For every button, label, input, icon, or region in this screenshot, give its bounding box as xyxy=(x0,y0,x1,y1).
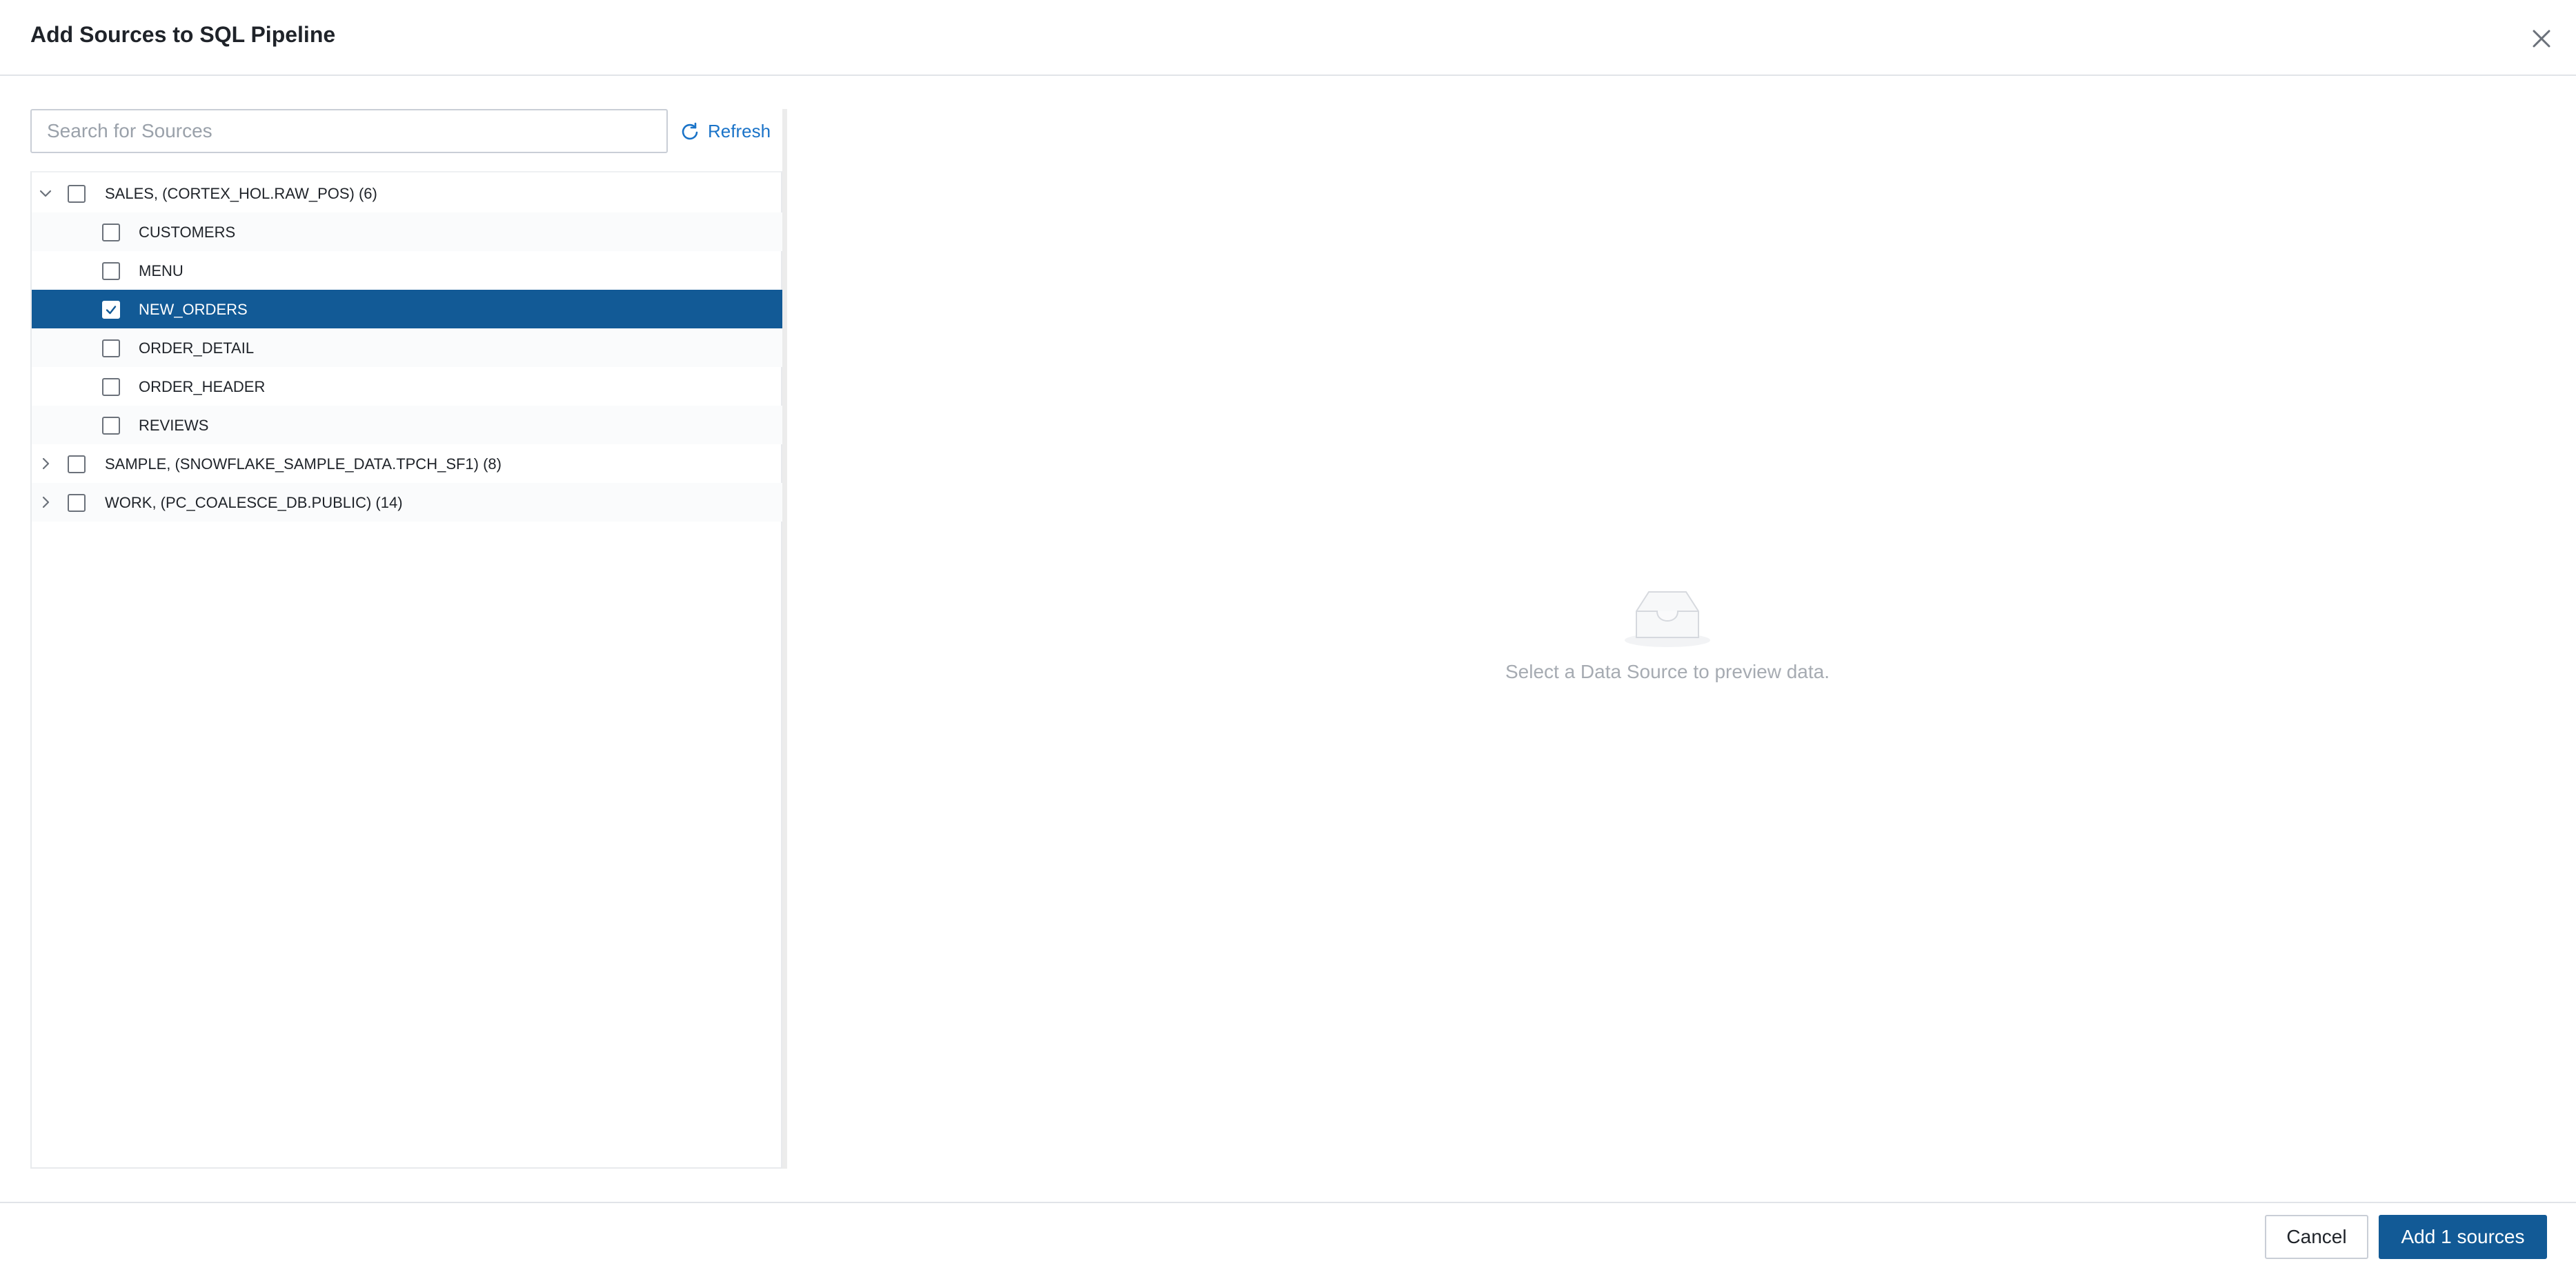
add-sources-button[interactable]: Add 1 sources xyxy=(2379,1215,2547,1259)
chevron-right-icon[interactable] xyxy=(37,455,54,472)
tree-item-label: ORDER_HEADER xyxy=(139,378,266,395)
refresh-icon xyxy=(682,122,698,140)
tree-item-label: CUSTOMERS xyxy=(139,224,236,241)
checkmark-icon xyxy=(106,306,117,315)
close-button[interactable] xyxy=(2528,25,2555,52)
tree-item-label: MENU xyxy=(139,262,184,279)
tree-group-label: SAMPLE, (SNOWFLAKE_SAMPLE_DATA.TPCH_SF1)… xyxy=(105,455,502,473)
dialog-header: Add Sources to SQL Pipeline xyxy=(0,0,2576,76)
tree-item-label: ORDER_DETAIL xyxy=(139,339,255,357)
source-browser-panel: Refresh SALES, (CORTEX_HOL.RAW_POS) (6) … xyxy=(30,109,787,1169)
chevron-down-icon[interactable] xyxy=(37,185,54,201)
tree-item-menu[interactable]: MENU xyxy=(32,251,782,290)
tree-item-new-orders[interactable]: NEW_ORDERS xyxy=(32,290,782,328)
refresh-button[interactable]: Refresh xyxy=(680,119,771,143)
dialog-footer xyxy=(0,1202,2576,1268)
checkbox[interactable] xyxy=(68,455,86,473)
tree-group-label: WORK, (PC_COALESCE_DB.PUBLIC) (14) xyxy=(105,494,403,511)
checkbox[interactable] xyxy=(102,262,120,280)
tree-item-reviews[interactable]: REVIEWS xyxy=(32,406,782,444)
tree-item-customers[interactable]: CUSTOMERS xyxy=(32,212,782,251)
tree-group-sales[interactable]: SALES, (CORTEX_HOL.RAW_POS) (6) xyxy=(32,174,782,212)
search-input[interactable] xyxy=(30,109,668,153)
checkbox-checked[interactable] xyxy=(102,301,120,319)
refresh-label: Refresh xyxy=(708,120,771,141)
empty-inbox-icon xyxy=(1625,591,1710,647)
checkbox[interactable] xyxy=(102,417,120,435)
panel-scrollbar[interactable] xyxy=(782,109,787,1169)
source-tree: SALES, (CORTEX_HOL.RAW_POS) (6) CUSTOMER… xyxy=(30,171,782,1169)
tree-group-label: SALES, (CORTEX_HOL.RAW_POS) (6) xyxy=(105,185,377,202)
tree-group-work[interactable]: WORK, (PC_COALESCE_DB.PUBLIC) (14) xyxy=(32,483,782,522)
tree-item-order-header[interactable]: ORDER_HEADER xyxy=(32,367,782,406)
checkbox[interactable] xyxy=(102,378,120,396)
tree-item-label: NEW_ORDERS xyxy=(139,301,248,318)
chevron-right-icon[interactable] xyxy=(37,494,54,511)
checkbox[interactable] xyxy=(68,494,86,512)
close-icon xyxy=(2533,30,2550,48)
empty-preview-text: Select a Data Source to preview data. xyxy=(1505,661,1830,682)
checkbox[interactable] xyxy=(102,224,120,241)
tree-group-sample[interactable]: SAMPLE, (SNOWFLAKE_SAMPLE_DATA.TPCH_SF1)… xyxy=(32,444,782,483)
tree-item-order-detail[interactable]: ORDER_DETAIL xyxy=(32,328,782,367)
tree-item-label: REVIEWS xyxy=(139,417,209,434)
dialog-title: Add Sources to SQL Pipeline xyxy=(30,22,336,47)
checkbox[interactable] xyxy=(102,339,120,357)
cancel-button[interactable]: Cancel xyxy=(2265,1215,2368,1259)
checkbox[interactable] xyxy=(68,185,86,203)
